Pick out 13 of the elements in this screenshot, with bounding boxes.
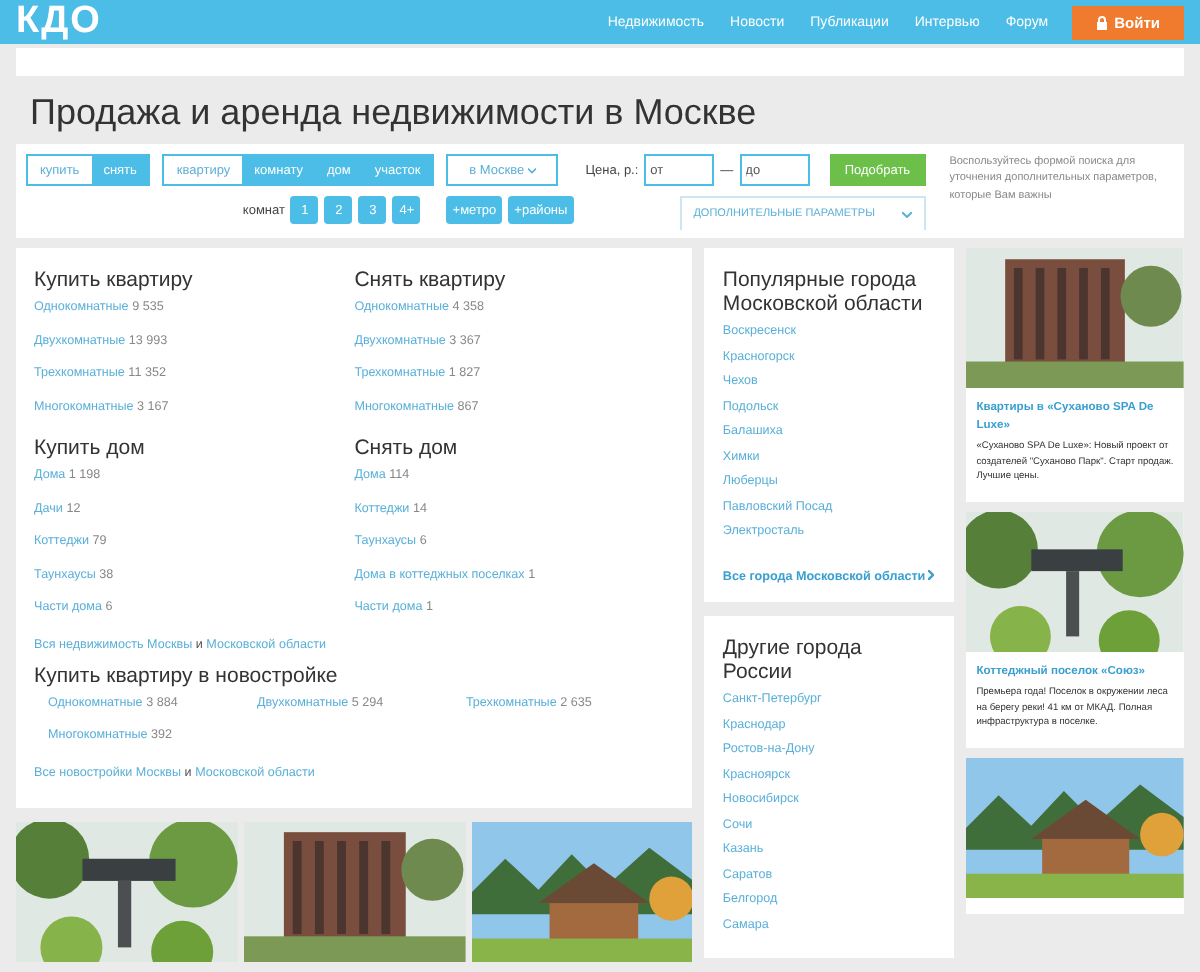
page-title: Продажа и аренда недвижимости в Москве [30, 92, 759, 134]
chevron-down-icon [901, 211, 912, 217]
card-heading: Популярные города Московской области [722, 268, 925, 317]
section-heading: Купить квартиру [34, 268, 195, 293]
site-logo[interactable]: КДО [16, 0, 102, 44]
chevron-down-icon [527, 167, 536, 173]
card-heading: Другие города России [722, 636, 864, 685]
section-heading: Купить дом [34, 436, 147, 461]
chevron-right-icon [928, 569, 935, 580]
lock-icon [1096, 15, 1109, 29]
section-heading: Снять дом [354, 436, 460, 461]
section-heading: Купить квартиру в новостройке [34, 663, 340, 688]
section-heading: Снять квартиру [354, 268, 508, 293]
